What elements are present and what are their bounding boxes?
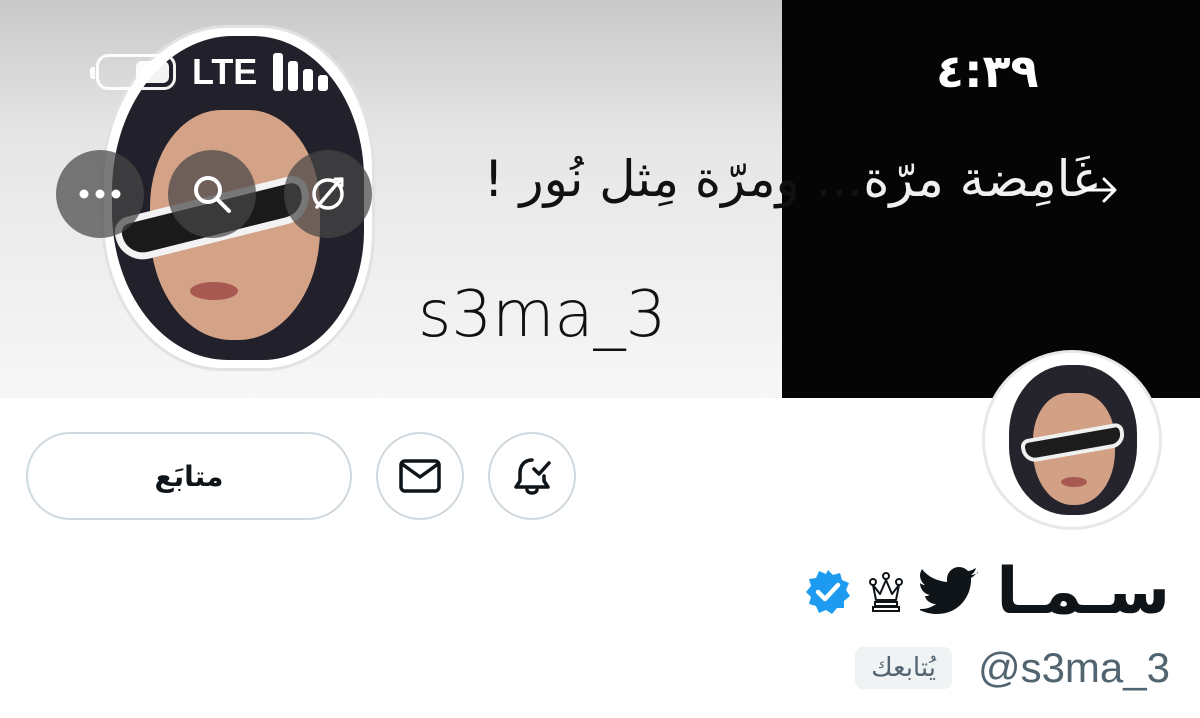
follows-you-badge: يُتابعك (855, 647, 952, 689)
search-button[interactable] (168, 150, 256, 238)
banner-handle-text: s3ma_3 (418, 278, 667, 352)
following-button[interactable]: متابَع (26, 432, 352, 520)
signal-icon (273, 53, 329, 91)
banner-sticker-lips (190, 282, 238, 300)
banner-quote-light: غَامِضة مرّة (863, 150, 1098, 208)
search-icon (194, 176, 231, 213)
status-indicators: LTE (90, 50, 329, 94)
translate-button[interactable] (284, 150, 372, 238)
crown-icon (869, 572, 904, 612)
translate-icon (312, 177, 344, 210)
profile-name-row: سـمـا (804, 552, 1170, 632)
bird-icon (920, 567, 979, 614)
more-button[interactable] (56, 150, 144, 238)
profile-handle: @s3ma_3 (977, 644, 1170, 691)
banner-quote-dark: ... ومرّة مِثل نُور ! (483, 150, 864, 208)
profile-banner[interactable]: غَامِضة مرّة ... ومرّة مِثل نُور ! s3ma_… (0, 0, 1200, 398)
status-time: ٤:٣٩ (936, 44, 1039, 98)
envelope-icon (399, 459, 441, 493)
profile-handle-row: @s3ma_3 يُتابعك (855, 638, 1170, 698)
bell-check-icon (514, 458, 551, 495)
display-name: سـمـا (996, 555, 1170, 629)
notifications-button[interactable] (488, 432, 576, 520)
network-type: LTE (192, 51, 258, 92)
profile-avatar[interactable] (982, 350, 1162, 530)
banner-quote: غَامِضة مرّة ... ومرّة مِثل نُور ! (398, 150, 1098, 208)
arrow-right-icon (1082, 177, 1117, 203)
more-icon (79, 189, 121, 199)
battery-icon (90, 54, 176, 90)
battery-level-fill (136, 61, 169, 83)
verified-icon (806, 570, 851, 614)
message-button[interactable] (376, 432, 464, 520)
avatar-lips (1061, 477, 1087, 487)
